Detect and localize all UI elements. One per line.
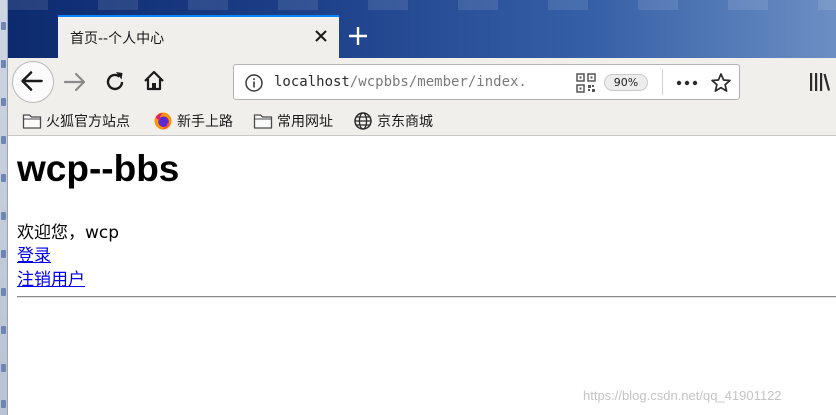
info-icon[interactable] [244, 73, 264, 93]
url-host: localhost [274, 74, 350, 90]
welcome-text: 欢迎您，wcp [17, 223, 120, 243]
bookmark-label: 常用网址 [277, 114, 333, 130]
page-content: wcp--bbs 欢迎您，wcp 登录 注销用户 [8, 137, 836, 415]
logout-user-link[interactable]: 注销用户 [17, 265, 85, 290]
bookmark-item[interactable]: 火狐官方站点 [22, 110, 130, 132]
bookmark-item[interactable]: 新手上路 [153, 110, 233, 132]
bookmark-item[interactable]: 京东商城 [353, 110, 433, 132]
globe-icon [354, 112, 372, 130]
folder-icon [253, 114, 273, 129]
bookmark-item[interactable]: 常用网址 [253, 110, 333, 132]
zoom-level-badge[interactable]: 90% [604, 74, 648, 91]
bookmark-label: 新手上路 [177, 114, 233, 130]
page-title: wcp--bbs [17, 148, 180, 189]
url-path: /wcpbbs/member/index. [349, 74, 527, 90]
new-tab-icon[interactable] [346, 24, 370, 48]
tab-title: 首页--个人中心 [70, 31, 165, 47]
address-bar[interactable]: localhost/wcpbbs/member/index. 90% [233, 64, 740, 100]
forward-icon[interactable] [62, 69, 88, 95]
folder-icon [22, 114, 42, 129]
horizontal-rule [17, 296, 836, 298]
title-bar-background [8, 0, 836, 10]
home-icon[interactable] [141, 68, 167, 94]
qr-code-icon[interactable] [576, 73, 596, 93]
back-button[interactable] [12, 61, 54, 103]
login-link[interactable]: 登录 [17, 241, 51, 266]
bookmark-label: 京东商城 [377, 114, 433, 130]
firefox-icon [154, 112, 172, 130]
reload-icon[interactable] [102, 69, 128, 95]
watermark-text: https://blog.csdn.net/qq_41901122 [583, 388, 782, 403]
navigation-toolbar: localhost/wcpbbs/member/index. 90% [8, 58, 836, 106]
page-actions-icon[interactable] [676, 80, 698, 86]
tab-active[interactable]: 首页--个人中心 [58, 15, 339, 58]
close-icon[interactable] [311, 26, 331, 46]
library-icon[interactable] [808, 70, 832, 94]
bookmark-label: 火狐官方站点 [46, 114, 130, 130]
url-fade [534, 67, 572, 97]
bookmark-star-icon[interactable] [710, 72, 732, 94]
url-separator [662, 69, 663, 95]
arrow-left-icon [21, 71, 43, 91]
tab-strip: 首页--个人中心 [8, 0, 836, 58]
desktop-edge [0, 0, 8, 415]
url-text[interactable]: localhost/wcpbbs/member/index. [274, 74, 569, 90]
bookmarks-toolbar: 火狐官方站点 新手上路 常用网址 京东商城 [8, 106, 836, 136]
